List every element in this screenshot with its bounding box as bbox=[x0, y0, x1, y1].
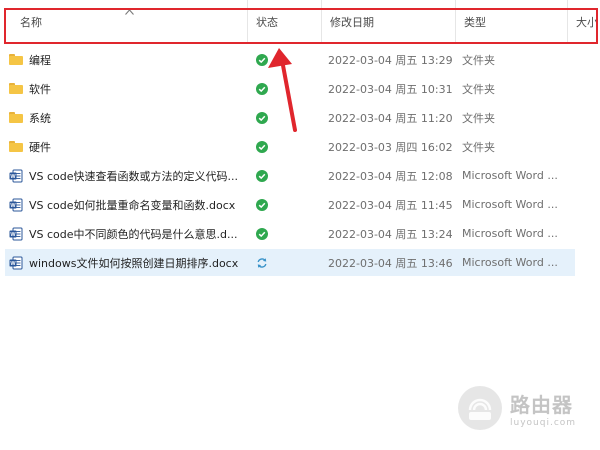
folder-icon bbox=[9, 54, 23, 65]
name-cell: 软件 bbox=[9, 75, 247, 102]
modified-date: 2022-03-04 周五 13:29 bbox=[328, 53, 453, 67]
column-header-status[interactable]: 状态 bbox=[248, 0, 322, 44]
name-cell: 硬件 bbox=[9, 133, 247, 160]
column-header-modified-label: 修改日期 bbox=[330, 16, 374, 29]
word-doc-icon: W bbox=[9, 256, 23, 269]
name-cell: W VS code中不同颜色的代码是什么意思.d... bbox=[9, 220, 247, 247]
status-cell bbox=[250, 191, 320, 218]
synced-check-icon bbox=[256, 140, 268, 153]
word-doc-icon: W bbox=[9, 198, 23, 211]
column-header-name[interactable]: 名称 bbox=[12, 0, 248, 44]
modified-date: 2022-03-04 周五 11:45 bbox=[328, 198, 453, 212]
syncing-icon bbox=[257, 257, 267, 268]
file-type: 文件夹 bbox=[462, 82, 495, 96]
file-name: VS code中不同颜色的代码是什么意思.d... bbox=[29, 227, 238, 241]
file-row[interactable]: 硬件 2022-03-03 周四 16:02 文件夹 bbox=[5, 133, 575, 160]
file-name: 软件 bbox=[29, 82, 51, 96]
column-header-modified[interactable]: 修改日期 bbox=[322, 0, 456, 44]
synced-check-icon bbox=[256, 198, 268, 211]
file-type: 文件夹 bbox=[462, 140, 495, 154]
status-cell bbox=[250, 133, 320, 160]
file-name: 编程 bbox=[29, 53, 51, 67]
file-name: 硬件 bbox=[29, 140, 51, 154]
modified-date: 2022-03-04 周五 11:20 bbox=[328, 111, 453, 125]
modified-date: 2022-03-04 周五 13:24 bbox=[328, 227, 453, 241]
modified-date: 2022-03-03 周四 16:02 bbox=[328, 140, 453, 154]
watermark-subtext: luyouqi.com bbox=[510, 417, 577, 428]
watermark-text: 路由器 bbox=[510, 392, 573, 417]
name-cell: 系统 bbox=[9, 104, 247, 131]
file-row-selected[interactable]: W windows文件如何按照创建日期排序.docx 2022-03-04 周五… bbox=[5, 249, 575, 276]
file-type: Microsoft Word ... bbox=[462, 227, 558, 240]
router-logo-icon bbox=[458, 386, 502, 430]
word-doc-icon: W bbox=[9, 169, 23, 182]
file-type: Microsoft Word ... bbox=[462, 198, 558, 211]
column-header-size[interactable]: 大小 bbox=[568, 0, 600, 44]
column-header-status-label: 状态 bbox=[256, 16, 278, 29]
file-name: windows文件如何按照创建日期排序.docx bbox=[29, 256, 239, 270]
modified-date: 2022-03-04 周五 10:31 bbox=[328, 82, 453, 96]
svg-text:W: W bbox=[10, 261, 16, 267]
folder-icon bbox=[9, 83, 23, 94]
file-type: Microsoft Word ... bbox=[462, 256, 558, 269]
name-cell: W windows文件如何按照创建日期排序.docx bbox=[9, 249, 247, 276]
folder-icon bbox=[9, 112, 23, 123]
column-header-type-label: 类型 bbox=[464, 16, 486, 29]
file-name: VS code如何批量重命名变量和函数.docx bbox=[29, 198, 236, 212]
column-header-size-label: 大小 bbox=[576, 16, 598, 29]
file-name: 系统 bbox=[29, 111, 51, 125]
modified-date: 2022-03-04 周五 12:08 bbox=[328, 169, 453, 183]
file-name: VS code快速查看函数或方法的定义代码... bbox=[29, 169, 239, 183]
modified-date: 2022-03-04 周五 13:46 bbox=[328, 256, 453, 270]
synced-check-icon bbox=[256, 227, 268, 240]
status-cell bbox=[250, 249, 320, 276]
file-type: 文件夹 bbox=[462, 53, 495, 67]
status-cell bbox=[250, 162, 320, 189]
column-header-type[interactable]: 类型 bbox=[456, 0, 568, 44]
status-cell bbox=[250, 220, 320, 247]
column-header-bar: 名称 状态 修改日期 类型 大小 bbox=[0, 0, 600, 44]
file-row[interactable]: W VS code如何批量重命名变量和函数.docx 2022-03-04 周五… bbox=[5, 191, 575, 218]
file-type: Microsoft Word ... bbox=[462, 169, 558, 182]
red-arrow-annotation bbox=[268, 48, 297, 132]
name-cell: W VS code快速查看函数或方法的定义代码... bbox=[9, 162, 247, 189]
folder-icon bbox=[9, 141, 23, 152]
file-type: 文件夹 bbox=[462, 111, 495, 125]
file-row[interactable]: W VS code快速查看函数或方法的定义代码... 2022-03-04 周五… bbox=[5, 162, 575, 189]
name-cell: W VS code如何批量重命名变量和函数.docx bbox=[9, 191, 247, 218]
svg-text:W: W bbox=[10, 203, 16, 209]
svg-text:W: W bbox=[10, 232, 16, 238]
column-header-name-label: 名称 bbox=[20, 16, 42, 29]
file-row[interactable]: W VS code中不同颜色的代码是什么意思.d... 2022-03-04 周… bbox=[5, 220, 575, 247]
name-cell: 编程 bbox=[9, 46, 247, 73]
word-doc-icon: W bbox=[9, 227, 23, 240]
svg-text:W: W bbox=[10, 174, 16, 180]
synced-check-icon bbox=[256, 169, 268, 182]
watermark: 路由器 luyouqi.com bbox=[458, 384, 588, 432]
